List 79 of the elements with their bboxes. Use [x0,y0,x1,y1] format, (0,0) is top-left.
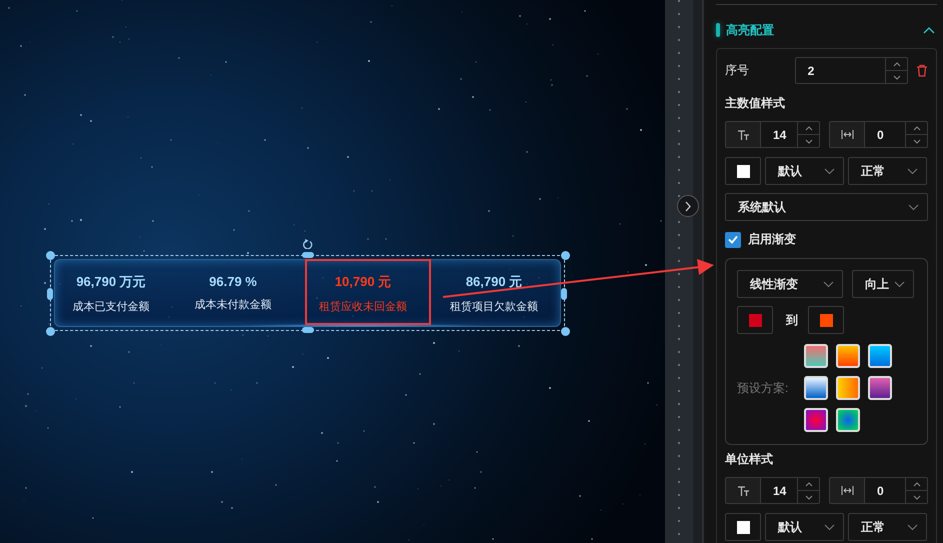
stat-value: 10,790 元 [334,272,392,290]
chevron-down-icon [908,204,919,210]
group-title: 主数值样式 [725,95,786,112]
expand-button[interactable] [677,195,699,217]
chevron-down-icon [824,168,835,174]
chevron-up-icon [892,62,900,66]
trash-icon [916,64,928,77]
chevron-up-icon [912,126,920,130]
resize-handle[interactable] [302,327,314,333]
chevron-down-icon [892,74,900,80]
field-label: 序号 [725,62,750,79]
font-size-icon [736,484,750,497]
resize-handle[interactable] [46,251,55,260]
gradient-preset-swatch[interactable] [804,408,828,432]
to-label: 到 [786,312,798,328]
dropdown[interactable]: 默认 [765,157,844,185]
letter-spacing-stepper[interactable]: 0 [829,477,928,504]
letter-spacing-icon [840,128,854,141]
collapse-button[interactable] [923,26,935,34]
chevron-down-icon [907,524,918,530]
chevron-up-icon [923,26,935,34]
chevron-down-icon [912,138,920,144]
chevron-down-icon [823,280,834,288]
chevron-right-icon [683,200,693,212]
chevron-down-icon [912,494,920,500]
check-icon [727,234,739,245]
font-size-stepper[interactable]: 14 [725,477,820,504]
dropdown[interactable]: 线性渐变 [737,270,843,298]
color-picker-button[interactable] [808,306,844,334]
color-picker-button[interactable] [725,513,761,541]
stat-value: 86,790 元 [466,272,522,290]
index-stepper[interactable]: 2 [794,57,908,84]
checkbox[interactable] [725,232,741,248]
color-picker-button[interactable] [725,157,761,185]
section-title[interactable]: 高亮配置 [726,22,923,38]
gradient-preset-swatch[interactable] [804,344,828,368]
resize-handle[interactable] [561,251,570,260]
chevron-down-icon [894,280,905,288]
font-size-icon [736,128,750,141]
group-title: 单位样式 [725,451,774,468]
gradient-preset-swatch[interactable] [804,376,828,400]
dropdown[interactable]: 默认 [765,513,844,541]
rotate-icon [302,238,313,249]
stat-label: 成本已支付金额 [72,300,150,314]
resize-handle[interactable] [561,288,567,300]
font-size-stepper[interactable]: 14 [725,121,820,148]
stat-value: 96.79 % [209,274,257,289]
dropdown[interactable]: 正常 [848,513,927,541]
gradient-preset-swatch[interactable] [836,408,860,432]
resize-handle[interactable] [46,327,55,336]
chevron-down-icon [824,524,835,530]
checkbox-label: 启用渐变 [748,231,796,248]
chevron-down-icon [907,168,918,174]
chevron-up-icon [804,126,812,130]
chevron-down-icon [804,138,812,144]
stat-label: 租赁项目欠款金额 [450,300,538,314]
gradient-preset-swatch[interactable] [868,376,892,400]
stat-widget[interactable]: 96,790 万元 成本已支付金额 96.79 % 成本未付款金额 10,790 元 租赁应收未回金额 86,790 元 租赁项目欠款金额 [54,259,561,327]
gradient-preset-swatch[interactable] [836,344,860,368]
delete-button[interactable] [916,64,928,77]
chevron-up-icon [912,482,920,486]
resize-handle[interactable] [561,327,570,336]
dropdown[interactable]: 正常 [848,157,927,185]
stat-label: 租赁应收未回金额 [319,300,407,314]
stat-value: 96,790 万元 [76,272,146,290]
resize-handle[interactable] [47,288,53,300]
dropdown[interactable]: 向上 [852,270,914,298]
letter-spacing-icon [840,484,854,497]
dropdown[interactable]: 系统默认 [725,193,928,221]
resize-handle[interactable] [302,252,314,258]
chevron-down-icon [804,494,812,500]
letter-spacing-stepper[interactable]: 0 [829,121,928,148]
gradient-preset-swatch[interactable] [868,344,892,368]
presets-label: 预设方案: [737,380,788,396]
stat-label: 成本未付款金额 [194,298,272,312]
chevron-up-icon [804,482,812,486]
gradient-preset-swatch[interactable] [836,376,860,400]
color-picker-button[interactable] [737,306,773,334]
accent-bar [716,23,720,37]
